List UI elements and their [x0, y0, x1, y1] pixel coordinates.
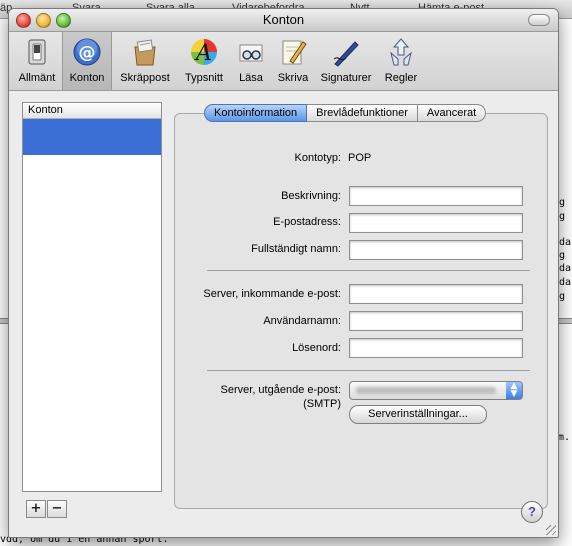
preferences-toolbar: Allmänt @ Konton Skräppost A Typsnitt Lä…	[9, 32, 558, 91]
svg-text:@: @	[79, 43, 96, 63]
outgoing-server-popup[interactable]: ▲ ▼	[349, 381, 523, 400]
toolbar-item-label: Regler	[384, 72, 418, 84]
pencil-icon	[282, 40, 307, 65]
toolbar-item-composing[interactable]: Skriva	[273, 32, 313, 90]
glasses-icon	[239, 44, 263, 62]
password-field[interactable]	[349, 338, 523, 358]
toolbar-item-general[interactable]: Allmänt	[12, 32, 62, 90]
separator	[207, 370, 530, 371]
full-name-field[interactable]	[349, 240, 523, 260]
window-title: Konton	[262, 12, 305, 27]
add-account-button[interactable]: +	[26, 500, 46, 518]
account-list-item-selected[interactable]	[23, 119, 161, 155]
preferences-window: Konton Allmänt @ Konton Skräppost A Typs…	[8, 8, 559, 538]
tab-mailbox-behaviors[interactable]: Brevlådefunktioner	[307, 104, 418, 122]
toolbar-item-label: Typsnitt	[185, 72, 223, 84]
toolbar-item-label: Skriva	[277, 72, 309, 84]
description-label: Beskrivning:	[281, 190, 341, 202]
account-list-header-label: Konton	[28, 104, 63, 116]
rules-icon	[390, 38, 412, 66]
description-field[interactable]	[349, 186, 523, 206]
toolbar-toggle-button[interactable]	[528, 14, 550, 26]
account-type-label: Kontotyp:	[294, 152, 341, 164]
toolbar-item-fonts[interactable]: A Typsnitt	[179, 32, 229, 90]
toolbar-item-label: Allmänt	[18, 72, 56, 84]
resize-grip-icon[interactable]	[546, 525, 556, 535]
help-button[interactable]: ?	[521, 501, 543, 523]
email-field[interactable]	[349, 213, 523, 233]
incoming-server-field[interactable]	[349, 284, 523, 304]
svg-text:A: A	[194, 41, 212, 66]
chevron-up-down-icon: ▲ ▼	[506, 382, 522, 399]
pen-icon	[333, 41, 359, 67]
toolbar-item-viewing[interactable]: Läsa	[231, 32, 271, 90]
toolbar-item-label: Signaturer	[320, 72, 372, 84]
font-icon: A	[191, 39, 217, 66]
toolbar-item-signatures[interactable]: Signaturer	[315, 32, 377, 90]
at-sign-icon: @	[73, 38, 101, 66]
account-type-value: POP	[348, 152, 372, 164]
tab-account-information[interactable]: Kontoinformation	[204, 104, 308, 122]
password-label: Lösenord:	[292, 342, 341, 354]
separator	[207, 270, 530, 271]
outgoing-server-label: Server, utgående e-post:	[220, 384, 341, 396]
full-name-label: Fullständigt namn:	[251, 243, 341, 255]
toolbar-item-accounts[interactable]: @ Konton	[62, 32, 112, 90]
toolbar-item-label: Läsa	[239, 72, 263, 84]
tab-advanced[interactable]: Avancerat	[417, 104, 487, 122]
server-settings-button[interactable]: Serverinställningar...	[349, 405, 487, 424]
outgoing-server-value	[356, 387, 496, 394]
account-list-header: Konton	[23, 103, 161, 119]
title-bar[interactable]: Konton	[9, 9, 558, 32]
toolbar-item-label: Konton	[69, 72, 105, 84]
toolbar-item-label: Skräppost	[120, 72, 170, 84]
outgoing-server-sublabel: (SMTP)	[303, 398, 341, 410]
remove-account-button[interactable]: −	[47, 500, 67, 518]
username-label: Användarnamn:	[263, 315, 341, 327]
tab-bar: Kontoinformation Brevlådefunktioner Avan…	[204, 104, 487, 122]
username-field[interactable]	[349, 311, 523, 331]
email-label: E-postadress:	[273, 216, 341, 228]
toolbar-item-junk-mail[interactable]: Skräppost	[113, 32, 177, 90]
junk-mail-icon	[134, 39, 156, 66]
switch-icon	[28, 39, 46, 65]
account-list[interactable]: Konton	[22, 102, 162, 492]
toolbar-item-rules[interactable]: Regler	[379, 32, 423, 90]
incoming-server-label: Server, inkommande e-post:	[203, 288, 341, 300]
